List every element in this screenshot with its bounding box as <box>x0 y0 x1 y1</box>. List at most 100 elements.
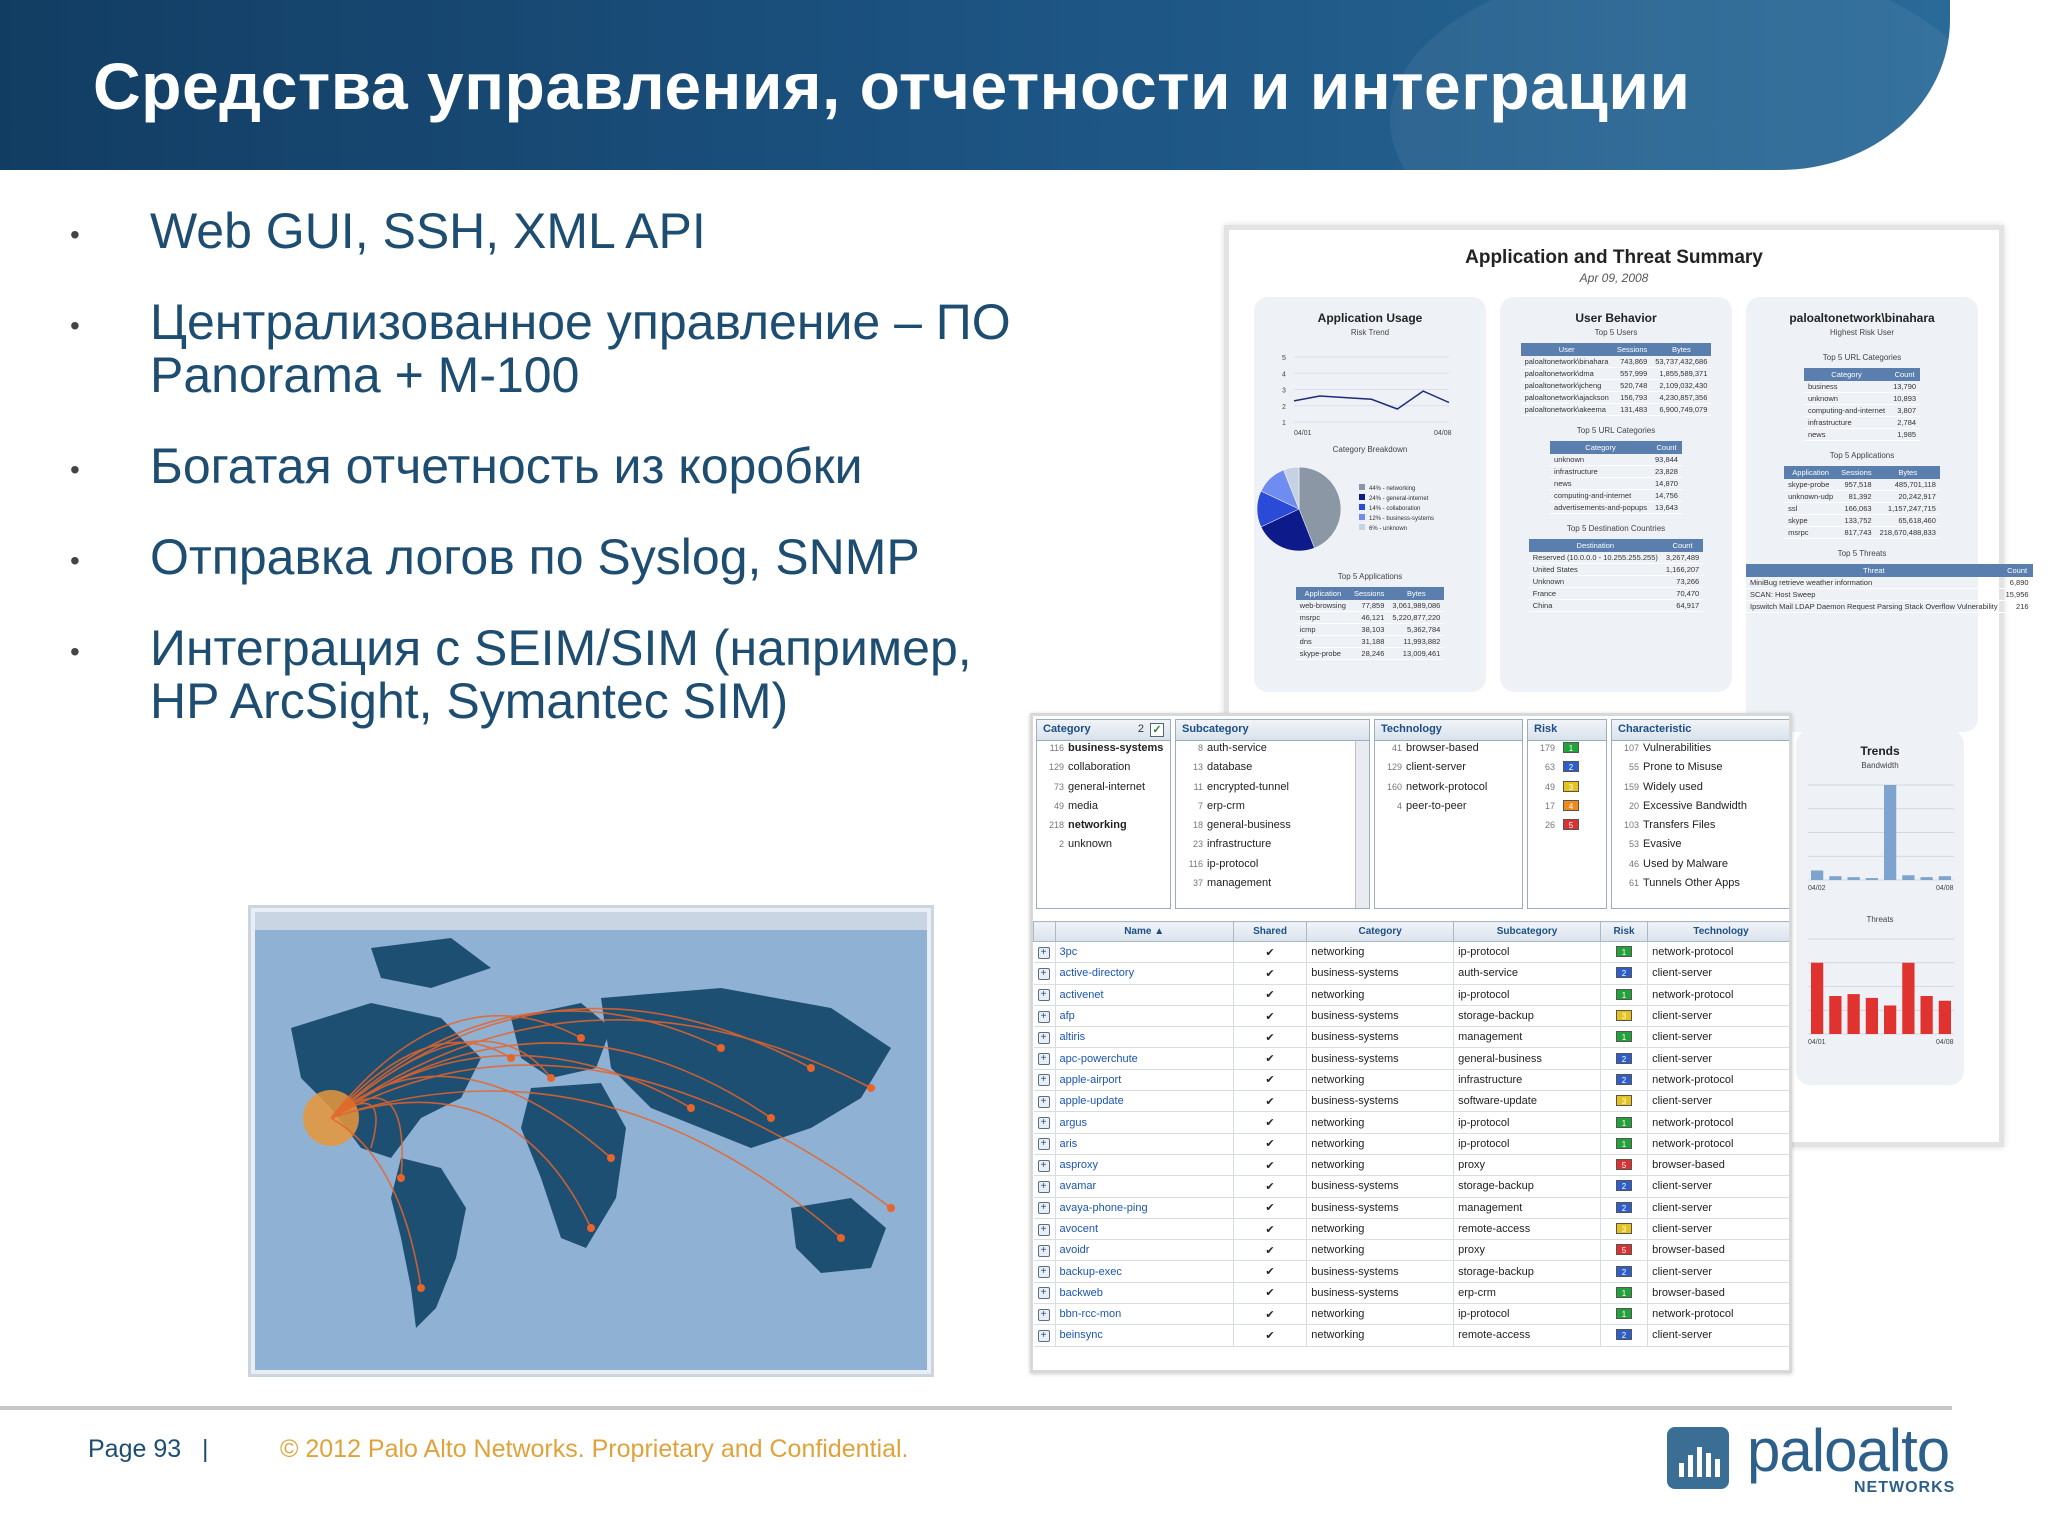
expand-cell[interactable]: + <box>1033 1303 1056 1326</box>
app-name-link[interactable]: avamar <box>1055 1175 1234 1198</box>
table-row[interactable]: + bbn-rcc-mon ✔ networking ip-protocol 1 netwo… <box>1033 1303 1789 1326</box>
grid-column-header[interactable]: Category <box>1306 921 1455 942</box>
app-name-link[interactable]: beinsync <box>1055 1324 1234 1347</box>
table-row[interactable]: +3pc ✔ networking ip-protocol 1 network-proto… <box>1033 941 1789 964</box>
app-name-link[interactable]: active-directory <box>1055 962 1234 985</box>
filter-item[interactable]: 116 business-systems <box>1037 741 1170 760</box>
table-row[interactable]: + afp ✔ business-systems storage-backup 3 clie… <box>1033 1005 1789 1028</box>
expand-cell[interactable]: + <box>1033 1282 1056 1305</box>
table-row[interactable]: + backup-exec ✔ business-systems storage-bac… <box>1033 1260 1789 1283</box>
subcategory-scrollbar[interactable] <box>1355 741 1369 908</box>
filter-item[interactable]: 41 browser-based <box>1375 741 1522 760</box>
filter-item[interactable]: 26 5 <box>1528 818 1606 837</box>
expand-cell[interactable]: + <box>1033 1026 1056 1049</box>
table-row[interactable]: + avoidr ✔ networking proxy 5 browser-based <box>1033 1239 1789 1262</box>
expand-icon[interactable]: + <box>1037 1138 1050 1151</box>
filter-item[interactable]: 129 collaboration <box>1037 760 1170 779</box>
expand-icon[interactable]: + <box>1037 1117 1050 1130</box>
filter-item[interactable]: 218 networking <box>1037 818 1170 837</box>
table-row[interactable]: + apple-update ✔ business-systems software-u… <box>1033 1090 1789 1113</box>
expand-cell[interactable]: + <box>1033 941 1056 964</box>
table-row[interactable]: + apc-powerchute ✔ business-systems general-… <box>1033 1047 1789 1070</box>
filter-item[interactable]: 11 encrypted-tunnel <box>1176 780 1369 799</box>
grid-column-header[interactable]: Shared <box>1232 921 1308 942</box>
filter-item[interactable]: 49 media <box>1037 799 1170 818</box>
filter-item[interactable]: 116 ip-protocol <box>1176 857 1369 876</box>
app-name-link[interactable]: apc-powerchute <box>1055 1047 1234 1070</box>
expand-cell[interactable]: + <box>1033 1197 1056 1219</box>
expand-icon[interactable]: + <box>1037 1031 1050 1044</box>
expand-cell[interactable]: + <box>1033 1260 1056 1283</box>
grid-column-header[interactable]: Risk <box>1599 921 1649 942</box>
filter-item[interactable]: 107 Vulnerabilities <box>1612 741 1789 760</box>
filter-item[interactable]: 159 Widely used <box>1612 780 1789 799</box>
expand-cell[interactable]: + <box>1033 1133 1056 1155</box>
filter-item[interactable]: 103 Transfers Files <box>1612 818 1789 837</box>
filter-item[interactable]: 2 unknown <box>1037 837 1170 856</box>
filter-item[interactable]: 20 Excessive Bandwidth <box>1612 799 1789 818</box>
table-row[interactable]: + asproxy ✔ networking proxy 5 browser-based <box>1033 1154 1789 1177</box>
expand-icon[interactable]: + <box>1037 1202 1050 1215</box>
expand-icon[interactable]: + <box>1037 946 1050 959</box>
expand-icon[interactable]: + <box>1037 1266 1050 1279</box>
filter-item[interactable]: 4 peer-to-peer <box>1375 799 1522 818</box>
app-name-link[interactable]: afp <box>1055 1005 1234 1028</box>
filter-item[interactable]: 73 general-internet <box>1037 780 1170 799</box>
expand-icon[interactable]: + <box>1037 1329 1050 1342</box>
table-row[interactable]: + aris ✔ networking ip-protocol 1 network-prot… <box>1033 1133 1789 1155</box>
table-row[interactable]: + apple-airport ✔ networking infrastructure 2… <box>1033 1069 1789 1092</box>
filter-item[interactable]: 55 Prone to Misuse <box>1612 760 1789 779</box>
table-row[interactable]: + backweb ✔ business-systems erp-crm 1 browser… <box>1033 1282 1789 1305</box>
expand-icon[interactable]: + <box>1037 967 1050 980</box>
app-name-link[interactable]: avocent <box>1055 1218 1234 1241</box>
table-row[interactable]: + active-directory ✔ business-systems auth-s… <box>1033 962 1789 985</box>
grid-column-header[interactable]: Name ▲ <box>1054 921 1234 942</box>
app-name-link[interactable]: asproxy <box>1055 1154 1234 1177</box>
app-name-link[interactable]: activenet <box>1055 984 1234 1006</box>
expand-icon[interactable]: + <box>1037 1308 1050 1321</box>
expand-cell[interactable]: + <box>1033 1090 1056 1113</box>
filter-item[interactable]: 18 general-business <box>1176 818 1369 837</box>
expand-icon[interactable]: + <box>1037 1074 1050 1087</box>
filter-checkbox-icon[interactable]: ✓ <box>1150 723 1164 737</box>
expand-icon[interactable]: + <box>1037 1010 1050 1023</box>
filter-item[interactable]: 63 2 <box>1528 760 1606 779</box>
filter-item[interactable]: 179 1 <box>1528 741 1606 760</box>
filter-item[interactable]: 129 client-server <box>1375 760 1522 779</box>
expand-icon[interactable]: + <box>1037 1159 1050 1172</box>
expand-icon[interactable]: + <box>1037 1244 1050 1257</box>
filter-item[interactable]: 160 network-protocol <box>1375 780 1522 799</box>
app-name-link[interactable]: apple-airport <box>1055 1069 1234 1092</box>
expand-cell[interactable]: + <box>1033 1005 1056 1028</box>
filter-item[interactable]: 8 auth-service <box>1176 741 1369 760</box>
filter-item[interactable]: 53 Evasive <box>1612 837 1789 856</box>
grid-column-header[interactable]: Subcategory <box>1453 921 1601 942</box>
app-name-link[interactable]: aris <box>1055 1133 1234 1155</box>
expand-cell[interactable]: + <box>1033 1239 1056 1262</box>
app-name-link[interactable]: apple-update <box>1055 1090 1234 1113</box>
app-name-link[interactable]: 3pc <box>1055 941 1234 964</box>
expand-cell[interactable]: + <box>1033 1218 1056 1241</box>
table-row[interactable]: + avamar ✔ business-systems storage-backup 2 c… <box>1033 1175 1789 1198</box>
app-name-link[interactable]: avaya-phone-ping <box>1055 1197 1234 1219</box>
expand-cell[interactable]: + <box>1033 1175 1056 1198</box>
table-row[interactable]: + beinsync ✔ networking remote-access 2 client… <box>1033 1324 1789 1347</box>
expand-icon[interactable]: + <box>1037 1223 1050 1236</box>
table-row[interactable]: + altiris ✔ business-systems management 1 clie… <box>1033 1026 1789 1049</box>
expand-icon[interactable]: + <box>1037 1095 1050 1108</box>
expand-cell[interactable]: + <box>1033 1111 1056 1134</box>
app-name-link[interactable]: altiris <box>1055 1026 1234 1049</box>
app-name-link[interactable]: avoidr <box>1055 1239 1234 1262</box>
grid-column-header[interactable]: Technology <box>1647 921 1789 942</box>
filter-item[interactable]: 17 4 <box>1528 799 1606 818</box>
app-name-link[interactable]: argus <box>1055 1111 1234 1134</box>
table-row[interactable]: + argus ✔ networking ip-protocol 1 network-pro… <box>1033 1111 1789 1134</box>
table-row[interactable]: + activenet ✔ networking ip-protocol 1 network… <box>1033 984 1789 1006</box>
expand-cell[interactable]: + <box>1033 984 1056 1006</box>
filter-item[interactable]: 37 management <box>1176 876 1369 895</box>
expand-icon[interactable]: + <box>1037 989 1050 1002</box>
app-name-link[interactable]: backup-exec <box>1055 1260 1234 1283</box>
table-row[interactable]: + avaya-phone-ping ✔ business-systems manage… <box>1033 1197 1789 1219</box>
filter-item[interactable]: 23 infrastructure <box>1176 837 1369 856</box>
expand-cell[interactable]: + <box>1033 1069 1056 1092</box>
